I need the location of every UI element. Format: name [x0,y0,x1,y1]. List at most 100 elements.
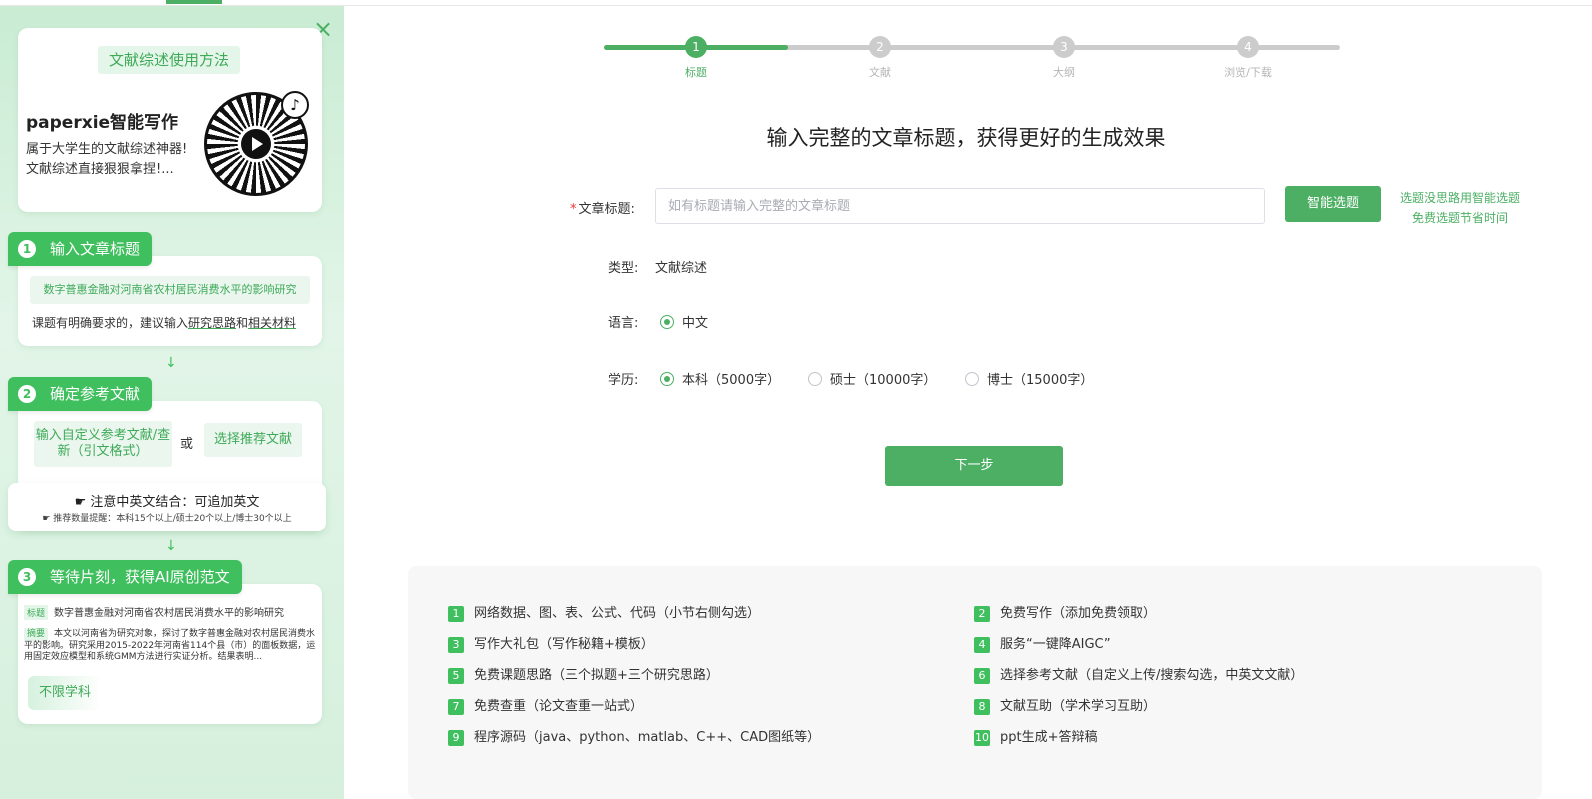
radio-checked-icon[interactable] [660,372,674,386]
feature-item: 2 免费写作（添加免费领取） [974,602,1156,622]
step2-number: 2 [18,385,36,403]
step1-note-mid: 和 [236,316,249,330]
progress-step-references: 2 文献 [840,36,920,80]
step3-number: 3 [18,568,36,586]
language-label: 语言: [608,316,639,331]
step1-tag: 1 输入文章标题 [8,232,153,266]
feature-number: 4 [974,637,990,653]
step1-note-research-idea: 研究思路 [188,316,237,330]
title-label: * 文章标题: [570,198,635,217]
feature-number: 8 [974,699,990,715]
feature-text: 选择参考文献（自定义上传/搜索勾选，中英文文献） [1000,668,1304,683]
required-mark: * [570,202,577,217]
language-chinese-radio[interactable]: 中文 [660,312,708,331]
smart-topic-tip[interactable]: 选题没思路用智能选题 免费选题节省时间 [1392,188,1528,228]
sample-abstract: 摘要 本文以河南省为研究对象，探讨了数字普惠金融对农村居民消费水平的影响。研究采用… [24,628,318,664]
feature-number: 1 [448,606,464,622]
degree-option-label: 硕士（10000字） [830,373,937,388]
type-value: 文献综述 [655,261,708,276]
intro-desc-line2: 文献综述直接狠狠拿捏!... [26,162,174,177]
step1-note: 课题有明确要求的，建议输入研究思路和相关材料 [32,314,296,331]
douyin-qr-code: ♪ [204,91,309,196]
smart-topic-button[interactable]: 智能选题 [1285,186,1381,222]
tiktok-icon: ♪ [281,91,309,119]
custom-reference-option: 输入自定义参考文献/查新（引文格式） [34,421,172,467]
feature-item: 8 文献互助（学术学习互助） [974,695,1156,715]
feature-text: 免费课题思路（三个拟题+三个研究思路） [474,668,719,683]
notice-line2: ☛ 推荐数量提醒：本科15个以上/硕士20个以上/博士30个以上 [8,511,326,524]
pointing-hand-icon: ☛ [74,495,91,510]
step1-note-materials: 相关材料 [248,316,297,330]
radio-unchecked-icon[interactable] [808,372,822,386]
step3-tag: 3 等待片刻，获得AI原创范文 [8,560,242,594]
progress-step-dot: 2 [869,36,891,58]
step3-card: 标题 数字普惠金融对河南省农村居民消费水平的影响研究 摘要 本文以河南省为研究对象，… [18,584,322,724]
next-step-button[interactable]: 下一步 [885,446,1063,486]
arrow-down-icon: ↓ [165,355,177,371]
progress-steps: 1 标题 2 文献 3 大纲 4 浏览/下载 [604,36,1340,86]
pointing-hand-icon-small: ☛ [42,514,54,524]
degree-doctor-radio[interactable]: 博士（15000字） [965,369,1093,388]
active-tab-indicator [166,0,222,4]
feature-number: 10 [974,730,990,746]
feature-item: 1 网络数据、图、表、公式、代码（小节右侧勾选） [448,602,760,622]
intro-title: paperxie智能写作 [26,113,179,133]
step1-number: 1 [18,240,36,258]
feature-item: 6 选择参考文献（自定义上传/搜索勾选，中英文文献） [974,664,1303,684]
sample-title-text: 数字普惠金融对河南省农村居民消费水平的影响研究 [54,608,285,619]
page-heading: 输入完整的文章标题，获得更好的生成效果 [766,126,1166,150]
feature-item: 4 服务“一键降AIGC” [974,633,1111,653]
progress-step-title: 1 标题 [656,36,736,80]
recommended-reference-option: 选择推荐文献 [204,423,302,457]
notice-line2-text: 推荐数量提醒：本科15个以上/硕士20个以上/博士30个以上 [53,514,292,524]
feature-text: 服务“一键降AIGC” [1000,637,1111,652]
degree-option-label: 博士（15000字） [987,373,1094,388]
language-option-label: 中文 [682,316,709,331]
step1-example: 数字普惠金融对河南省农村居民消费水平的影响研究 [30,276,310,304]
step2-tag: 2 确定参考文献 [8,377,153,411]
degree-label: 学历: [608,373,639,388]
progress-step-label: 大纲 [1053,66,1075,79]
progress-step-dot: 1 [685,36,707,58]
feature-number: 2 [974,606,990,622]
feature-number: 9 [448,730,464,746]
radio-checked-icon[interactable] [660,315,674,329]
step2-title: 确定参考文献 [50,385,141,403]
step1-title: 输入文章标题 [50,240,141,258]
degree-option-label: 本科（5000字） [682,373,781,388]
feature-list-panel: 1 网络数据、图、表、公式、代码（小节右侧勾选） 2 免费写作（添加免费领取） 3写… [408,566,1542,799]
intro-desc-line1: 属于大学生的文献综述神器! [26,142,188,157]
arrow-down-icon: ↓ [165,538,177,554]
progress-step-label: 浏览/下载 [1224,66,1272,79]
feature-item: 3 写作大礼包（写作秘籍+模板） [448,633,654,653]
feature-item: 7 免费查重（论文查重一站式） [448,695,643,715]
title-input[interactable] [655,188,1265,224]
degree-master-radio[interactable]: 硕士（10000字） [808,369,936,388]
feature-number: 6 [974,668,990,684]
feature-number: 5 [448,668,464,684]
intro-pill: 文献综述使用方法 [98,46,240,74]
intro-desc: 属于大学生的文献综述神器! 文献综述直接狠狠拿捏!... [26,140,206,180]
feature-item: 5 免费课题思路（三个拟题+三个研究思路） [448,664,719,684]
smart-tip-line2[interactable]: 免费选题节省时间 [1392,208,1528,228]
or-text: 或 [180,437,194,452]
feature-text: 程序源码（java、python、matlab、C++、CAD图纸等） [474,730,821,745]
any-subject-badge: 不限学科 [28,676,102,710]
progress-step-label: 文献 [869,66,891,79]
radio-unchecked-icon[interactable] [965,372,979,386]
degree-bachelor-radio[interactable]: 本科（5000字） [660,369,780,388]
sample-title-tag: 标题 [24,605,49,620]
feature-number: 3 [448,637,464,653]
step1-card: 数字普惠金融对河南省农村居民消费水平的影响研究 课题有明确要求的，建议输入研究思… [18,256,322,346]
sample-abstract-text: 本文以河南省为研究对象，探讨了数字普惠金融对农村居民消费水平的影响。研究采用20… [24,629,316,662]
progress-step-outline: 3 大纲 [1024,36,1104,80]
guide-sidebar: × 文献综述使用方法 paperxie智能写作 属于大学生的文献综述神器! 文献… [0,6,344,799]
reference-notice: ☛ 注意中英文结合：可追加英文 ☛ 推荐数量提醒：本科15个以上/硕士20个以上… [8,483,326,531]
step1-note-prefix: 课题有明确要求的，建议输入 [32,316,189,330]
notice-line1: ☛ 注意中英文结合：可追加英文 [8,491,326,510]
notice-line1-text: 注意中英文结合：可追加英文 [90,495,260,510]
title-label-text: 文章标题: [578,202,635,217]
smart-tip-line1[interactable]: 选题没思路用智能选题 [1392,188,1528,208]
play-icon [241,129,271,159]
progress-step-download: 4 浏览/下载 [1208,36,1288,80]
